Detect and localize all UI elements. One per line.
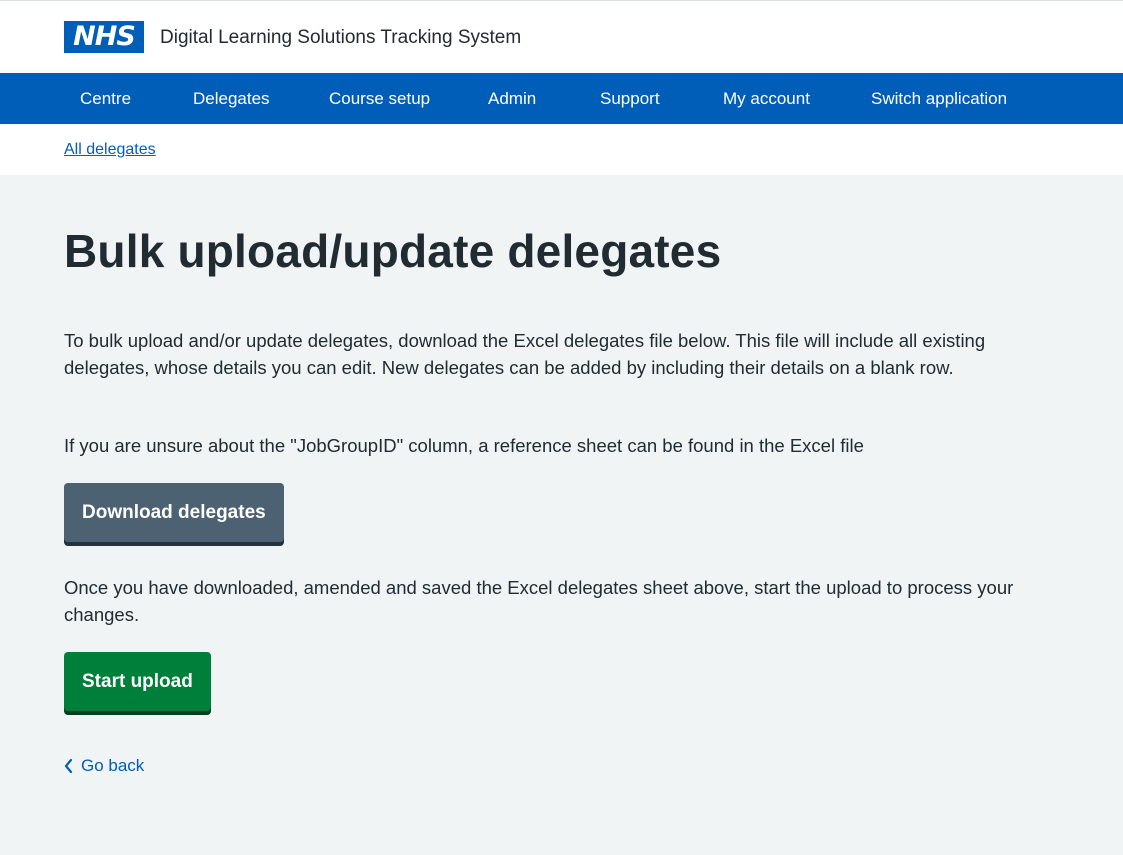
go-back-label: Go back — [81, 756, 145, 775]
intro-text: To bulk upload and/or update delegates, … — [64, 330, 986, 378]
breadcrumb: All delegates — [0, 124, 1123, 175]
nav-item-delegates[interactable]: Delegates — [193, 73, 270, 124]
breadcrumb-link-all-delegates[interactable]: All delegates — [64, 140, 156, 160]
nav-item-admin[interactable]: Admin — [488, 73, 536, 124]
download-delegates-button[interactable]: Download delegates — [64, 483, 284, 542]
nav-item-my-account[interactable]: My account — [723, 73, 810, 124]
go-back-link[interactable]: Go back — [64, 756, 144, 776]
upload-instructions: Once you have downloaded, amended and sa… — [64, 577, 1014, 625]
service-name[interactable]: Digital Learning Solutions Tracking Syst… — [160, 26, 521, 50]
nav-item-switch-application[interactable]: Switch application — [871, 73, 1007, 124]
nhs-logo[interactable]: NHS — [64, 21, 144, 53]
start-upload-button[interactable]: Start upload — [64, 652, 211, 711]
site-header: NHS Digital Learning Solutions Tracking … — [0, 0, 1123, 73]
jobgroup-note: If you are unsure about the "JobGroupID"… — [64, 435, 864, 456]
page-title: Bulk upload/update delegates — [64, 225, 722, 277]
nav-item-course-setup[interactable]: Course setup — [329, 73, 430, 124]
primary-navigation: Centre Delegates Course setup Admin Supp… — [0, 73, 1123, 124]
nav-item-centre[interactable]: Centre — [80, 73, 131, 124]
chevron-left-icon — [64, 759, 73, 773]
nav-item-support[interactable]: Support — [600, 73, 660, 124]
